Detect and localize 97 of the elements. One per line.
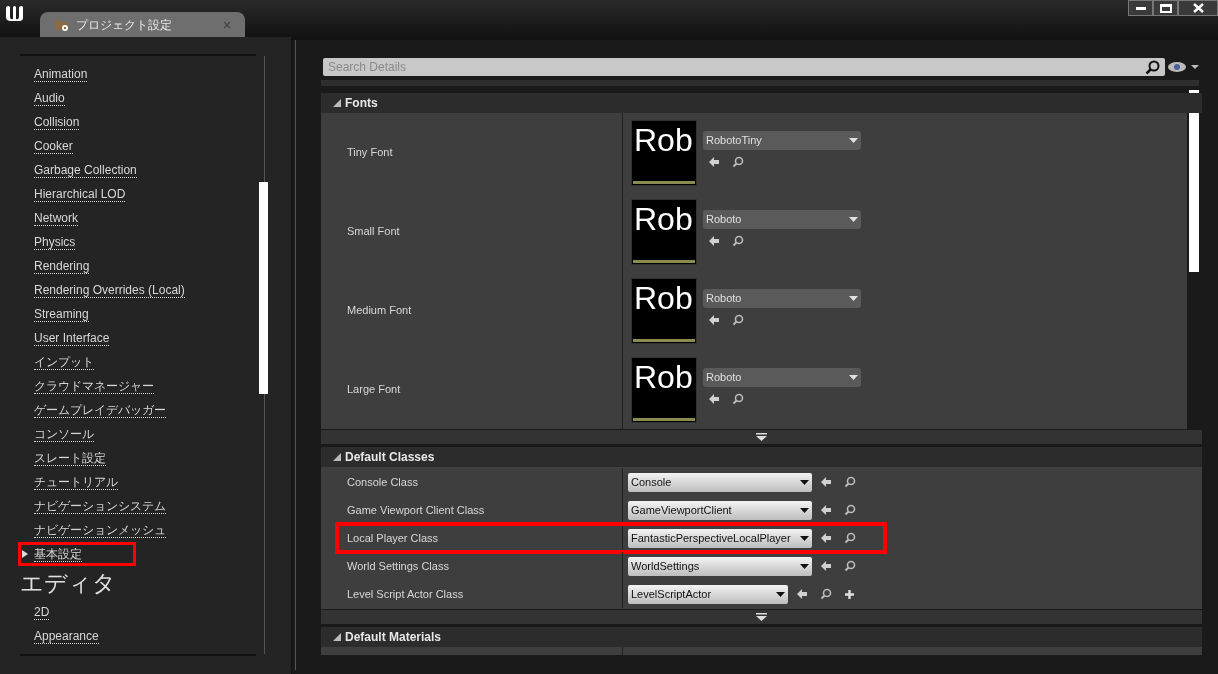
dropdown-caret-icon bbox=[849, 138, 858, 143]
sidebar-link[interactable]: チュートリアル bbox=[34, 474, 118, 490]
class-dropdown[interactable]: LevelScriptActor bbox=[628, 584, 788, 604]
dropdown-caret-icon bbox=[849, 375, 858, 380]
font-dropdown[interactable]: Roboto bbox=[703, 210, 861, 229]
add-icon[interactable] bbox=[844, 588, 855, 600]
property-label: World Settings Class bbox=[347, 558, 449, 574]
project-settings-tab[interactable]: プロジェクト設定 bbox=[40, 12, 245, 37]
property-label: Small Font bbox=[347, 224, 400, 240]
close-icon bbox=[1192, 3, 1204, 13]
sidebar-link[interactable]: Cooker bbox=[34, 138, 73, 154]
maximize-button[interactable] bbox=[1153, 0, 1178, 16]
sidebar-link[interactable]: 2D bbox=[34, 604, 50, 620]
arrow-left-icon[interactable] bbox=[708, 156, 720, 168]
font-dropdown[interactable]: RobotoTiny bbox=[703, 131, 861, 150]
arrow-left-icon[interactable] bbox=[708, 314, 720, 326]
dropdown-caret-icon bbox=[800, 563, 809, 569]
search-icon[interactable] bbox=[732, 235, 744, 247]
font-thumbnail[interactable]: Rob bbox=[631, 277, 697, 344]
arrow-left-icon[interactable] bbox=[708, 393, 720, 405]
dropdown-caret-icon bbox=[776, 591, 785, 597]
expand-arrow-icon[interactable] bbox=[756, 613, 767, 621]
sidebar-link[interactable]: Appearance bbox=[34, 628, 99, 644]
sidebar-link[interactable]: 基本設定 bbox=[34, 546, 82, 562]
expand-arrow-icon[interactable] bbox=[756, 433, 767, 441]
sidebar-link[interactable]: User Interface bbox=[34, 330, 110, 346]
property-label: Game Viewport Client Class bbox=[347, 502, 485, 518]
sidebar-link[interactable]: Network bbox=[34, 210, 78, 226]
scrollbar-thumb[interactable] bbox=[259, 182, 268, 394]
preview-text: Rob bbox=[634, 120, 694, 159]
preview-text: Rob bbox=[634, 357, 694, 396]
font-dropdown[interactable]: Roboto bbox=[703, 289, 861, 308]
search-icon[interactable] bbox=[1145, 59, 1160, 75]
sidebar-link[interactable]: コンソール bbox=[34, 426, 94, 442]
sidebar-link[interactable]: Hierarchical LOD bbox=[34, 186, 126, 202]
dropdown-caret-icon bbox=[849, 296, 858, 301]
sidebar-link[interactable]: Physics bbox=[34, 234, 76, 250]
sidebar-link[interactable]: Garbage Collection bbox=[34, 162, 137, 178]
class-dropdown[interactable]: GameViewportClient bbox=[628, 500, 812, 520]
property-label: Large Font bbox=[347, 382, 401, 398]
search-icon[interactable] bbox=[844, 504, 856, 516]
sidebar-link[interactable]: ゲームプレイデバッガー bbox=[34, 402, 166, 418]
arrow-left-icon[interactable] bbox=[820, 532, 832, 544]
search-icon[interactable] bbox=[732, 314, 744, 326]
logo-icon bbox=[4, 4, 26, 22]
dropdown-caret-icon bbox=[849, 217, 858, 222]
arrow-left-icon[interactable] bbox=[796, 588, 808, 600]
preview-text: Rob bbox=[634, 199, 694, 238]
sidebar-link[interactable]: ナビゲーションメッシュ bbox=[34, 522, 166, 538]
category-header[interactable]: Default Classes bbox=[345, 448, 435, 466]
font-thumbnail[interactable]: Rob bbox=[631, 119, 697, 186]
minimize-button[interactable] bbox=[1128, 0, 1153, 16]
property-label: Local Player Class bbox=[347, 530, 439, 546]
collapse-arrow-icon[interactable] bbox=[333, 453, 341, 461]
close-window-button[interactable] bbox=[1178, 0, 1218, 16]
arrow-left-icon[interactable] bbox=[820, 476, 832, 488]
section-heading: エディタ bbox=[20, 568, 117, 598]
class-dropdown[interactable]: WorldSettings bbox=[628, 556, 812, 576]
search-icon[interactable] bbox=[844, 476, 856, 488]
collapse-arrow-icon[interactable] bbox=[333, 99, 341, 107]
collapse-arrow-icon[interactable] bbox=[333, 633, 341, 641]
arrow-left-icon[interactable] bbox=[708, 235, 720, 247]
arrow-left-icon[interactable] bbox=[820, 504, 832, 516]
search-icon[interactable] bbox=[844, 532, 856, 544]
arrow-left-icon[interactable] bbox=[820, 560, 832, 572]
dropdown-caret-icon bbox=[800, 479, 809, 485]
class-dropdown[interactable]: FantasticPerspectiveLocalPlayer bbox=[628, 528, 812, 548]
expand-arrow-icon[interactable] bbox=[22, 550, 28, 558]
font-thumbnail[interactable]: Rob bbox=[631, 356, 697, 423]
folder-gear-icon bbox=[54, 17, 70, 32]
search-icon[interactable] bbox=[844, 560, 856, 572]
sidebar-link[interactable]: Audio bbox=[34, 90, 65, 106]
sidebar-link[interactable]: ナビゲーションシステム bbox=[34, 498, 166, 514]
dropdown-caret-icon bbox=[800, 535, 809, 541]
property-label: Console Class bbox=[347, 474, 418, 490]
property-label: Tiny Font bbox=[347, 145, 393, 161]
sidebar-link[interactable]: クラウドマネージャー bbox=[34, 378, 154, 394]
search-icon[interactable] bbox=[732, 156, 744, 168]
sidebar-link[interactable]: Collision bbox=[34, 114, 80, 130]
sidebar-link[interactable]: Rendering bbox=[34, 258, 90, 274]
sidebar-link[interactable]: Streaming bbox=[34, 306, 89, 322]
class-dropdown[interactable]: Console bbox=[628, 472, 812, 492]
sidebar-link[interactable]: Animation bbox=[34, 66, 88, 82]
eye-icon[interactable] bbox=[1168, 60, 1200, 74]
category-header[interactable]: Fonts bbox=[345, 94, 378, 112]
sidebar-link[interactable]: インプット bbox=[34, 354, 94, 370]
font-dropdown[interactable]: Roboto bbox=[703, 368, 861, 387]
sidebar-link[interactable]: スレート設定 bbox=[34, 450, 106, 466]
search-icon[interactable] bbox=[820, 588, 832, 600]
property-label: Medium Font bbox=[347, 303, 412, 319]
preview-text: Rob bbox=[634, 278, 694, 317]
font-thumbnail[interactable]: Rob bbox=[631, 198, 697, 265]
dropdown-caret-icon bbox=[800, 507, 809, 513]
sidebar-link[interactable]: Rendering Overrides (Local) bbox=[34, 282, 185, 298]
property-label: Level Script Actor Class bbox=[347, 586, 464, 602]
category-header[interactable]: Default Materials bbox=[345, 628, 442, 646]
search-icon[interactable] bbox=[732, 393, 744, 405]
